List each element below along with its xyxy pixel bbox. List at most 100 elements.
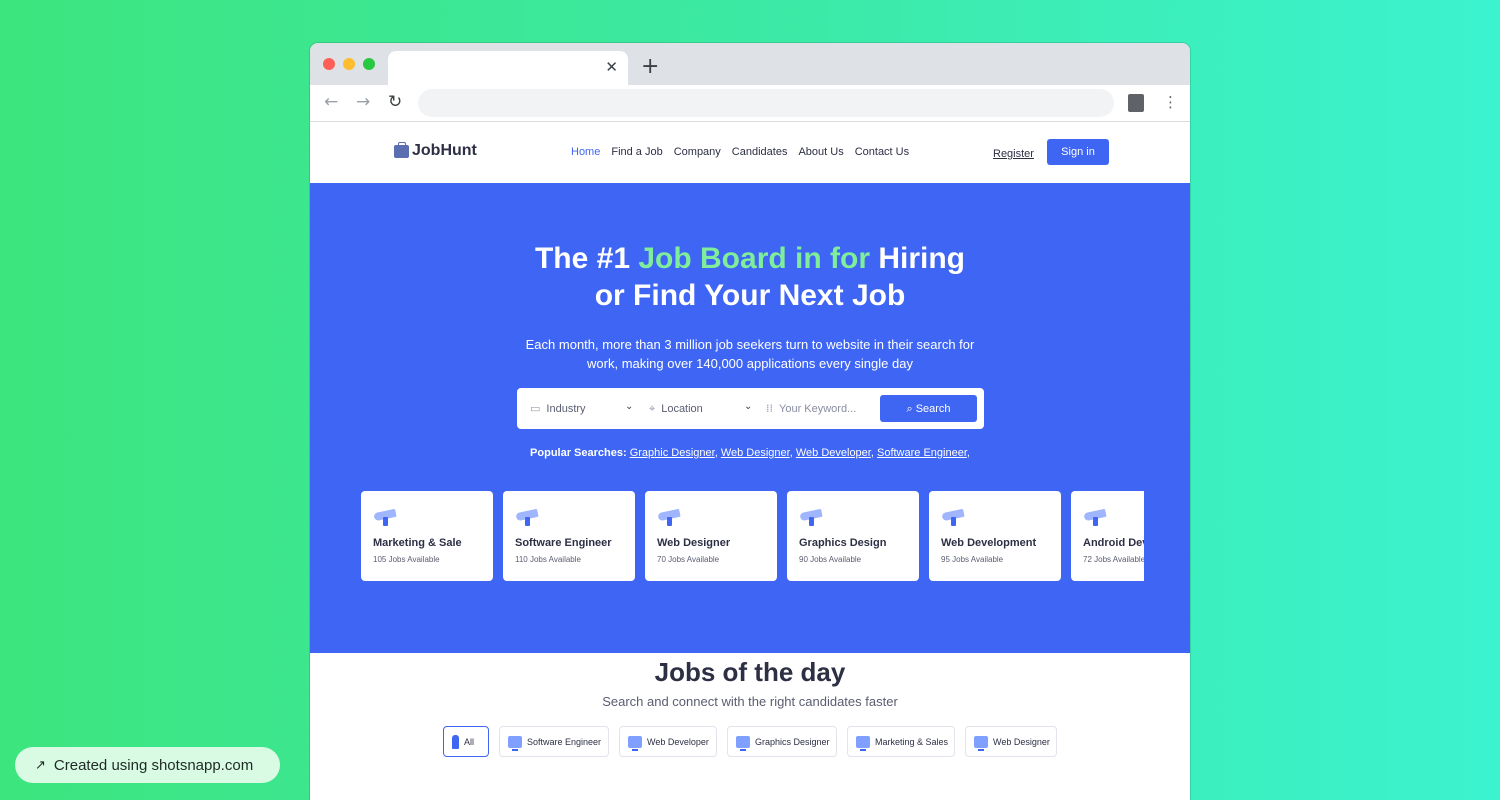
register-link[interactable]: Register — [993, 148, 1034, 160]
category-count: 105 Jobs Available — [373, 555, 440, 564]
address-bar[interactable] — [418, 89, 1114, 117]
category-title: Web Development — [941, 537, 1037, 549]
shotsnapp-badge[interactable]: ↗ Created using shotsnapp.com — [15, 747, 280, 783]
search-icon: ⌕ — [906, 401, 913, 415]
popular-search-link[interactable]: Web Developer — [796, 447, 871, 459]
minimize-window-button[interactable] — [343, 58, 355, 70]
more-menu-icon[interactable]: ⋮ — [1163, 93, 1178, 111]
logo-text: JobHunt — [412, 142, 477, 159]
category-count: 70 Jobs Available — [657, 555, 720, 564]
location-select[interactable]: ⌖ Location — [649, 402, 703, 416]
browser-tab[interactable]: ✕ — [388, 51, 628, 85]
megaphone-icon — [799, 508, 823, 526]
arrow-up-right-icon: ↗ — [35, 757, 46, 773]
category-title: Android Dev — [1083, 537, 1144, 549]
megaphone-icon — [515, 508, 539, 526]
briefcase-icon: ▭ — [530, 402, 541, 415]
filter-tab-software-engineer[interactable]: Software Engineer — [499, 726, 609, 757]
chevron-down-icon[interactable]: ⌄ — [625, 401, 633, 412]
search-button-label: Search — [915, 402, 951, 415]
category-card[interactable]: Marketing & Sale 105 Jobs Available — [361, 491, 493, 581]
hero-title-line2: or Find Your Next Job — [594, 279, 906, 312]
popular-search-link[interactable]: Software Engineer — [877, 447, 967, 459]
megaphone-icon — [373, 508, 397, 526]
hero-title: The #1 Job Board in for Hiring or Find Y… — [310, 240, 1190, 314]
tab-bar: ✕ + — [310, 43, 1190, 85]
popular-searches-label: Popular Searches: — [530, 447, 627, 459]
monitor-icon — [856, 735, 870, 751]
keyword-grid-icon: ⁞⁞ — [766, 402, 773, 415]
monitor-icon — [628, 735, 642, 751]
close-window-button[interactable] — [323, 58, 335, 70]
hero-title-part1: The #1 — [534, 242, 639, 275]
category-title: Software Engineer — [515, 537, 612, 549]
industry-select[interactable]: ▭ Industry — [530, 402, 586, 415]
hero-title-highlight: Job Board in for — [638, 242, 871, 275]
main-nav: Home Find a Job Company Candidates About… — [571, 146, 909, 158]
filter-label: Web Designer — [993, 736, 1050, 747]
hero-section: The #1 Job Board in for Hiring or Find Y… — [310, 183, 1190, 653]
back-arrow-icon[interactable]: ← — [324, 92, 338, 112]
category-card[interactable]: Android Dev 72 Jobs Available — [1071, 491, 1144, 581]
filter-tab-all[interactable]: All — [443, 726, 489, 757]
nav-item-find-a-job[interactable]: Find a Job — [611, 146, 662, 158]
hero-title-part2: Hiring — [870, 242, 966, 275]
location-pin-icon: ⌖ — [649, 402, 656, 415]
megaphone-icon — [941, 508, 965, 526]
megaphone-icon — [657, 508, 681, 526]
keyword-placeholder: Your Keyword... — [779, 402, 857, 415]
nav-item-contact-us[interactable]: Contact Us — [855, 146, 909, 158]
nav-item-candidates[interactable]: Candidates — [732, 146, 788, 158]
browser-window: ✕ + ← → ↻ ⋮ JobHunt Home Find a Job Comp… — [310, 43, 1190, 800]
industry-label: Industry — [546, 402, 586, 415]
category-card[interactable]: Software Engineer 110 Jobs Available — [503, 491, 635, 581]
filter-label: Marketing & Sales — [875, 736, 949, 747]
job-search-form: ▭ Industry ⌄ ⌖ Location ⌄ ⁞⁞ Your Keywor… — [517, 388, 984, 429]
person-icon — [452, 734, 459, 749]
close-icon[interactable]: ✕ — [605, 58, 618, 76]
keyword-input[interactable]: ⁞⁞ Your Keyword... — [766, 402, 856, 415]
category-carousel: Marketing & Sale 105 Jobs Available Soft… — [361, 491, 1144, 581]
filter-tab-web-developer[interactable]: Web Developer — [619, 726, 717, 757]
chevron-down-icon[interactable]: ⌄ — [744, 401, 752, 412]
browser-toolbar: ← → ↻ ⋮ — [310, 85, 1190, 122]
filter-tab-web-designer[interactable]: Web Designer — [965, 726, 1057, 757]
megaphone-icon — [1083, 508, 1107, 526]
nav-item-about-us[interactable]: About Us — [798, 146, 843, 158]
sign-in-button[interactable]: Sign in — [1047, 139, 1109, 165]
filter-label: Software Engineer — [527, 736, 602, 747]
hero-subtitle: Each month, more than 3 million job seek… — [525, 337, 975, 371]
popular-search-link[interactable]: Web Designer — [721, 447, 790, 459]
monitor-icon — [736, 735, 750, 751]
category-card[interactable]: Graphics Design 90 Jobs Available — [787, 491, 919, 581]
category-count: 95 Jobs Available — [941, 555, 1004, 564]
nav-item-company[interactable]: Company — [674, 146, 721, 158]
category-title: Graphics Design — [799, 537, 887, 549]
filter-label: Graphics Designer — [755, 736, 830, 747]
new-tab-button[interactable]: + — [641, 54, 659, 79]
category-title: Web Designer — [657, 537, 731, 549]
search-button[interactable]: ⌕ Search — [880, 395, 977, 422]
category-card[interactable]: Web Designer 70 Jobs Available — [645, 491, 777, 581]
category-count: 72 Jobs Available — [1083, 555, 1144, 564]
popular-search-link[interactable]: Graphic Designer — [630, 447, 715, 459]
clipboard-icon[interactable] — [1128, 94, 1144, 112]
popular-searches: Popular Searches: Graphic Designer, Web … — [530, 447, 970, 459]
maximize-window-button[interactable] — [363, 58, 375, 70]
forward-arrow-icon[interactable]: → — [356, 92, 370, 112]
filter-label: Web Developer — [647, 736, 709, 747]
monitor-icon — [974, 735, 988, 751]
reload-icon[interactable]: ↻ — [388, 92, 402, 112]
location-label: Location — [661, 403, 703, 415]
logo[interactable]: JobHunt — [394, 141, 477, 160]
category-count: 90 Jobs Available — [799, 555, 862, 564]
monitor-icon — [508, 735, 522, 751]
badge-text: Created using shotsnapp.com — [53, 756, 254, 774]
category-card[interactable]: Web Development 95 Jobs Available — [929, 491, 1061, 581]
nav-item-home[interactable]: Home — [571, 146, 600, 158]
filter-tab-marketing-sales[interactable]: Marketing & Sales — [847, 726, 955, 757]
filter-label: All — [464, 736, 475, 747]
filter-tab-graphics-designer[interactable]: Graphics Designer — [727, 726, 837, 757]
category-count: 110 Jobs Available — [515, 555, 581, 564]
site-header: JobHunt Home Find a Job Company Candidat… — [310, 122, 1190, 183]
